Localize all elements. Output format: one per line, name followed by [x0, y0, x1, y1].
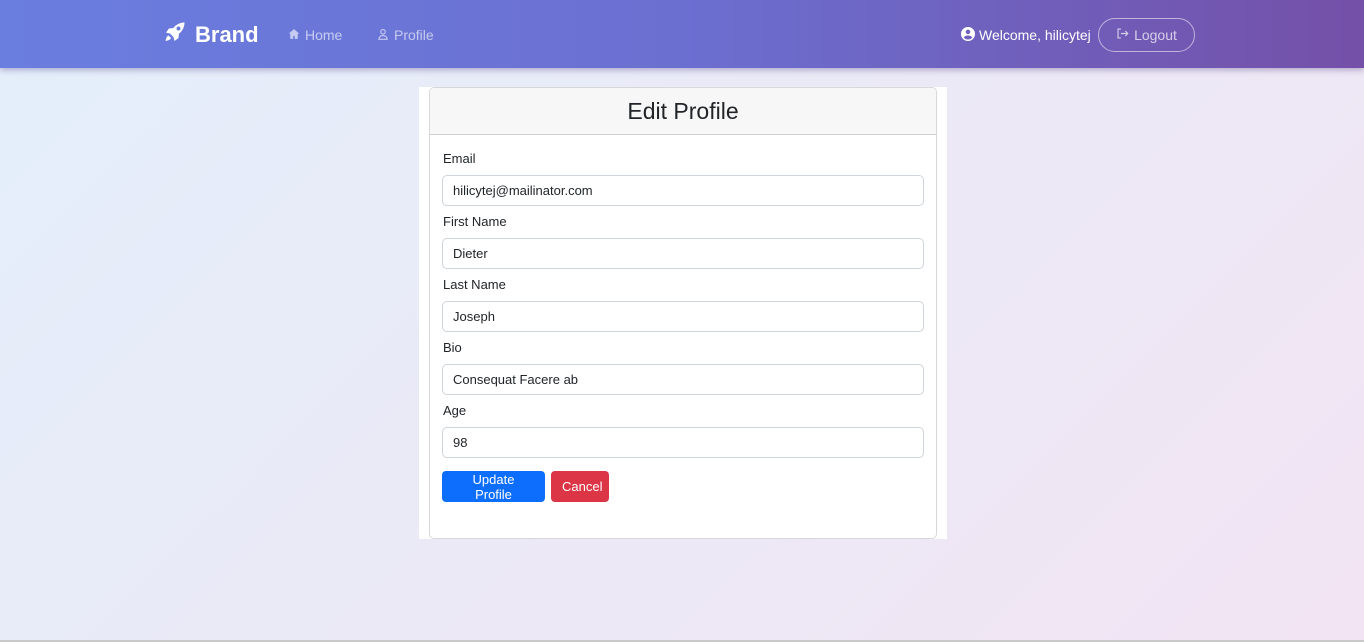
bio-group: Bio [442, 340, 924, 395]
nav-profile-link[interactable]: Profile [377, 26, 434, 44]
brand-link[interactable]: Brand [163, 20, 259, 50]
age-label: Age [443, 403, 467, 418]
age-group: Age [442, 403, 924, 458]
last-name-field[interactable] [442, 301, 924, 332]
welcome-text: Welcome, hilicytej [961, 26, 1091, 44]
logout-icon [1116, 27, 1129, 43]
first-name-group: First Name [442, 214, 924, 269]
brand-label: Brand [195, 22, 259, 47]
bio-label: Bio [443, 340, 462, 355]
age-field[interactable] [442, 427, 924, 458]
nav-home-label: Home [305, 27, 343, 43]
email-group: Email [442, 151, 924, 206]
cancel-button[interactable]: Cancel [551, 471, 609, 502]
first-name-label: First Name [443, 214, 507, 229]
logout-button[interactable]: Logout [1098, 18, 1195, 52]
user-circle-icon [961, 26, 975, 44]
navbar: Brand Home Profile Welcome, hilicytej Lo [0, 0, 1364, 68]
bio-field[interactable] [442, 364, 924, 395]
edit-profile-form: Email First Name Last Name Bio Age Updat… [430, 135, 936, 502]
last-name-label: Last Name [443, 277, 506, 292]
nav-profile-label: Profile [394, 27, 434, 43]
last-name-group: Last Name [442, 277, 924, 332]
email-label: Email [443, 151, 476, 166]
first-name-field[interactable] [442, 238, 924, 269]
email-field[interactable] [442, 175, 924, 206]
form-actions: Update Profile Cancel [442, 471, 924, 502]
update-profile-button[interactable]: Update Profile [442, 471, 545, 502]
card-container: Edit Profile Email First Name Last Name … [419, 87, 947, 539]
house-icon [288, 27, 300, 43]
logout-label: Logout [1134, 27, 1177, 43]
edit-profile-card: Edit Profile Email First Name Last Name … [429, 87, 937, 539]
welcome-label: Welcome, hilicytej [979, 27, 1091, 43]
card-header: Edit Profile [430, 88, 936, 135]
person-icon [377, 27, 389, 43]
page-title: Edit Profile [627, 97, 739, 124]
rocket-icon [163, 20, 187, 50]
nav-home-link[interactable]: Home [288, 26, 342, 44]
